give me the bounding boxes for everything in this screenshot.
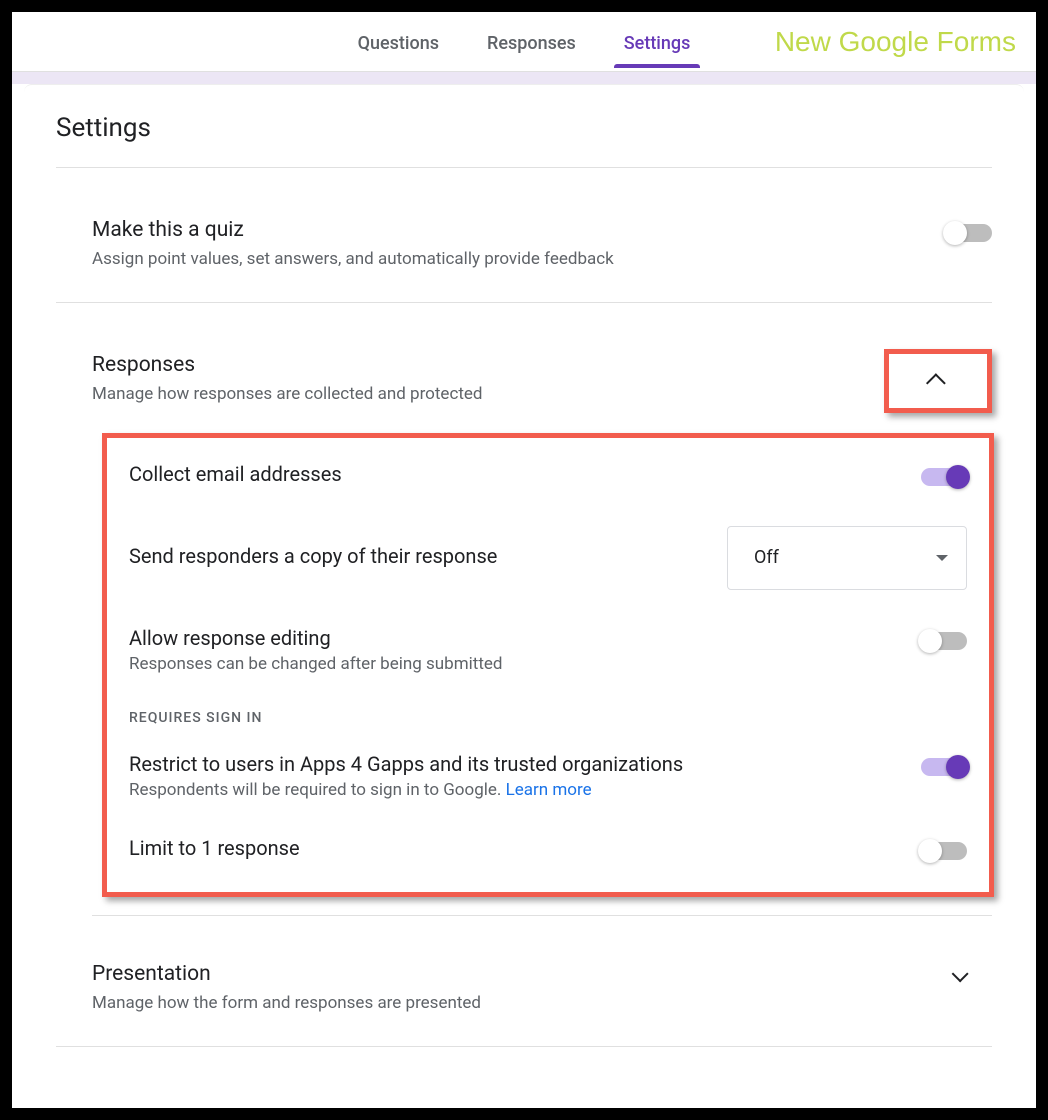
new-forms-label: New Google Forms (775, 26, 1016, 58)
app-window: Questions Responses Settings New Google … (12, 12, 1036, 1108)
restrict-desc: Respondents will be required to sign in … (129, 780, 921, 800)
quiz-desc: Assign point values, set answers, and au… (92, 248, 946, 272)
responses-options-highlight: Collect email addresses Send responders … (102, 433, 994, 897)
responses-title: Responses (92, 353, 884, 377)
dropdown-caret-icon (936, 555, 948, 561)
tabs: Questions Responses Settings (354, 17, 695, 66)
settings-card: Settings Make this a quiz Assign point v… (24, 84, 1024, 1047)
presentation-title: Presentation (92, 962, 952, 986)
limit-response-label: Limit to 1 response (129, 836, 300, 860)
send-copy-value: Off (754, 547, 779, 568)
send-copy-label: Send responders a copy of their response (129, 544, 497, 568)
chevron-up-icon (926, 373, 946, 393)
allow-edit-title: Allow response editing (129, 626, 921, 650)
collect-email-label: Collect email addresses (129, 462, 342, 486)
restrict-toggle[interactable] (921, 758, 967, 776)
presentation-desc: Manage how the form and responses are pr… (92, 992, 952, 1016)
allow-edit-desc: Responses can be changed after being sub… (129, 654, 921, 674)
collect-email-toggle[interactable] (921, 468, 967, 486)
presentation-expand-button[interactable] (952, 965, 969, 982)
presentation-text: Presentation Manage how the form and res… (92, 962, 952, 1016)
tab-responses[interactable]: Responses (483, 17, 580, 66)
limit-response-toggle[interactable] (921, 842, 967, 860)
restrict-desc-text: Respondents will be required to sign in … (129, 780, 506, 800)
restrict-title: Restrict to users in Apps 4 Gapps and it… (129, 752, 921, 776)
tabs-bar: Questions Responses Settings New Google … (12, 12, 1036, 72)
requires-signin-label: REQUIRES SIGN IN (129, 710, 967, 726)
section-responses: Responses Manage how responses are colle… (56, 303, 992, 1047)
responses-desc: Manage how responses are collected and p… (92, 383, 884, 407)
tab-settings[interactable]: Settings (620, 17, 695, 66)
responses-header-text: Responses Manage how responses are colle… (92, 353, 884, 407)
section-quiz: Make this a quiz Assign point values, se… (56, 168, 992, 303)
learn-more-link[interactable]: Learn more (506, 780, 592, 800)
quiz-title: Make this a quiz (92, 218, 946, 242)
tab-questions[interactable]: Questions (354, 17, 443, 66)
accent-strip (12, 72, 1036, 84)
quiz-toggle[interactable] (946, 224, 992, 242)
page-title: Settings (56, 113, 992, 168)
responses-collapse-button[interactable] (884, 349, 992, 413)
allow-edit-toggle[interactable] (921, 632, 967, 650)
send-copy-dropdown[interactable]: Off (727, 526, 967, 590)
quiz-text: Make this a quiz Assign point values, se… (92, 218, 946, 272)
